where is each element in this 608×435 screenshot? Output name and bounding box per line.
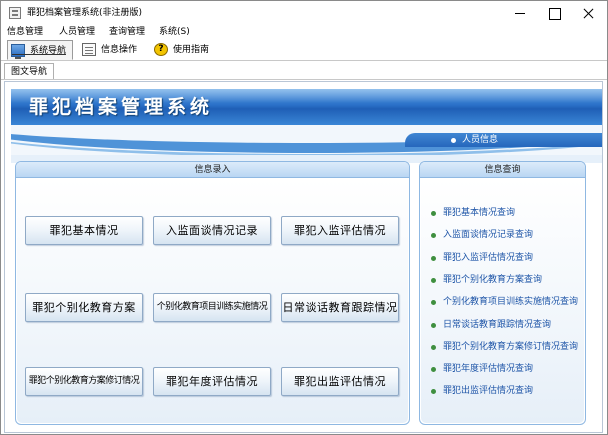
query-link-label: 罪犯个别化教育方案查询 xyxy=(443,275,543,285)
criminal-basic-info-button[interactable]: 罪犯基本情况 xyxy=(25,216,143,245)
menu-query-management[interactable]: 查询管理 xyxy=(109,26,145,38)
tab-divider xyxy=(1,79,607,80)
admission-assessment-button[interactable]: 罪犯入监评估情况 xyxy=(281,216,399,245)
bullet-icon xyxy=(431,300,436,305)
query-link-label: 个别化教育项目训练实施情况查询 xyxy=(443,297,579,307)
bullet-icon xyxy=(431,323,436,328)
tab-info-operation[interactable]: 信息操作 xyxy=(79,40,143,60)
query-link-label: 日常谈话教育跟踪情况查询 xyxy=(443,320,552,330)
tab-user-guide-label: 使用指南 xyxy=(173,45,210,55)
bullet-icon xyxy=(431,278,436,283)
menu-system[interactable]: 系统(S) xyxy=(159,26,190,38)
query-link-education-training[interactable]: 个别化教育项目训练实施情况查询 xyxy=(431,295,591,309)
query-link-plan-revision[interactable]: 罪犯个别化教育方案修订情况查询 xyxy=(431,340,591,354)
info-query-panel-body: 罪犯基本情况查询 入监面谈情况记录查询 罪犯入监评估情况查询 罪犯个别化教育方案… xyxy=(421,179,584,423)
release-assessment-button[interactable]: 罪犯出监评估情况 xyxy=(281,367,399,396)
close-button[interactable] xyxy=(571,1,605,25)
personnel-info-label: 人员信息 xyxy=(462,135,499,145)
query-link-interview-record[interactable]: 入监面谈情况记录查询 xyxy=(431,228,591,242)
info-entry-panel-body: 罪犯基本情况 入监面谈情况记录 罪犯入监评估情况 罪犯个别化教育方案 个别化教育… xyxy=(17,179,408,423)
personnel-info-strip: 人员信息 xyxy=(405,133,602,147)
query-link-label: 罪犯出监评估情况查询 xyxy=(443,386,534,396)
monitor-icon xyxy=(11,44,25,59)
bullet-icon xyxy=(451,138,456,143)
tab-system-navigation[interactable]: 系统导航 xyxy=(7,40,73,60)
window-title: 罪犯档案管理系统(非注册版) xyxy=(27,8,143,18)
query-link-label: 罪犯基本情况查询 xyxy=(443,208,516,218)
page-title: 罪犯档案管理系统 xyxy=(29,96,214,118)
title-bar: 罪犯档案管理系统(非注册版) xyxy=(1,1,607,25)
tab-info-operation-label: 信息操作 xyxy=(101,45,138,55)
bullet-icon xyxy=(431,367,436,372)
query-link-admission-assessment[interactable]: 罪犯入监评估情况查询 xyxy=(431,251,591,265)
help-icon: ? xyxy=(154,43,168,56)
toolbar: 系统导航 信息操作 ? 使用指南 xyxy=(1,39,607,61)
menu-personnel-management[interactable]: 人员管理 xyxy=(59,26,95,38)
query-link-label: 入监面谈情况记录查询 xyxy=(443,230,534,240)
minimize-button[interactable] xyxy=(503,1,537,25)
menu-bar: 信息管理 人员管理 查询管理 系统(S) xyxy=(1,25,607,39)
query-link-release-assessment[interactable]: 罪犯出监评估情况查询 xyxy=(431,384,591,398)
header-banner: 罪犯档案管理系统 xyxy=(11,89,602,125)
info-entry-panel: 信息录入 罪犯基本情况 入监面谈情况记录 罪犯入监评估情况 罪犯个别化教育方案 … xyxy=(15,161,410,425)
prison-interview-record-button[interactable]: 入监面谈情况记录 xyxy=(153,216,271,245)
annual-assessment-button[interactable]: 罪犯年度评估情况 xyxy=(153,367,271,396)
navigation-content: 罪犯档案管理系统 人员信息 信息录入 罪犯基本情况 入监面谈情况记录 罪犯入监评… xyxy=(4,81,603,433)
tab-user-guide[interactable]: ? 使用指南 xyxy=(151,40,217,60)
menu-info-management[interactable]: 信息管理 xyxy=(7,26,43,38)
individual-education-plan-button[interactable]: 罪犯个别化教育方案 xyxy=(25,293,143,322)
bullet-icon xyxy=(431,389,436,394)
info-entry-panel-title: 信息录入 xyxy=(16,162,409,178)
bullet-icon xyxy=(431,211,436,216)
document-icon xyxy=(82,43,96,56)
query-link-daily-talk[interactable]: 日常谈话教育跟踪情况查询 xyxy=(431,318,591,332)
info-query-panel: 信息查询 罪犯基本情况查询 入监面谈情况记录查询 罪犯入监评估情况查询 罪犯个别… xyxy=(419,161,586,425)
bullet-icon xyxy=(431,345,436,350)
query-link-annual-assessment[interactable]: 罪犯年度评估情况查询 xyxy=(431,362,591,376)
query-link-education-plan[interactable]: 罪犯个别化教育方案查询 xyxy=(431,273,591,287)
query-link-label: 罪犯年度评估情况查询 xyxy=(443,364,534,374)
education-training-button[interactable]: 个别化教育项目训练实施情况 xyxy=(153,293,271,322)
app-icon xyxy=(9,7,21,19)
bullet-icon xyxy=(431,233,436,238)
info-query-panel-title: 信息查询 xyxy=(420,162,585,178)
daily-talk-tracking-button[interactable]: 日常谈话教育跟踪情况 xyxy=(281,293,399,322)
query-link-label: 罪犯入监评估情况查询 xyxy=(443,253,534,263)
maximize-button[interactable] xyxy=(537,1,571,25)
bullet-icon xyxy=(431,256,436,261)
query-link-basic-info[interactable]: 罪犯基本情况查询 xyxy=(431,206,591,220)
education-plan-revision-button[interactable]: 罪犯个别化教育方案修订情况 xyxy=(25,367,143,396)
tab-graphic-navigation[interactable]: 图文导航 xyxy=(4,63,55,80)
query-link-label: 罪犯个别化教育方案修订情况查询 xyxy=(443,342,579,352)
tab-system-navigation-label: 系统导航 xyxy=(30,46,67,56)
app-window: 罪犯档案管理系统(非注册版) 信息管理 人员管理 查询管理 系统(S) 系统导航… xyxy=(0,0,608,435)
